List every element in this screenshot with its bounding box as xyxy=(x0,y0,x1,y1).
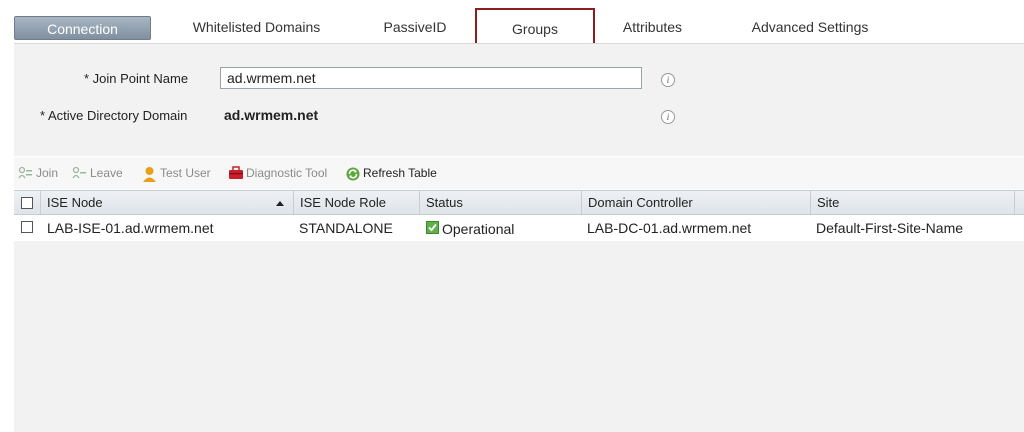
join-point-name-input[interactable] xyxy=(220,67,642,89)
ad-domain-label: * Active Directory Domain xyxy=(40,108,188,123)
test-user-button[interactable]: Test User xyxy=(142,165,211,182)
cell-ise-node-role: STANDALONE xyxy=(299,220,393,236)
refresh-table-label: Refresh Table xyxy=(363,166,437,180)
tab-whitelisted-domains[interactable]: Whitelisted Domains xyxy=(180,13,333,41)
sort-ascending-icon[interactable] xyxy=(276,201,284,206)
tab-attributes[interactable]: Attributes xyxy=(605,13,700,41)
info-icon[interactable]: i xyxy=(661,110,675,124)
info-icon[interactable]: i xyxy=(661,73,675,87)
join-label: Join xyxy=(36,166,59,180)
user-icon xyxy=(142,166,157,182)
row-checkbox[interactable] xyxy=(21,221,33,233)
join-point-name-label: * Join Point Name xyxy=(84,71,189,86)
status-text: Operational xyxy=(442,221,515,237)
table-header: ISE Node ISE Node Role Status Domain Con… xyxy=(14,190,1024,215)
leave-icon xyxy=(72,166,87,180)
tab-bar: Connection Whitelisted Domains PassiveID… xyxy=(0,0,1024,47)
tab-connection[interactable]: Connection xyxy=(14,16,151,40)
test-user-label: Test User xyxy=(160,166,211,180)
leave-button[interactable]: Leave xyxy=(72,165,123,181)
refresh-icon xyxy=(345,166,360,181)
join-icon xyxy=(18,166,33,180)
check-icon xyxy=(426,221,439,237)
cell-domain-controller: LAB-DC-01.ad.wrmem.net xyxy=(587,220,752,236)
cell-ise-node: LAB-ISE-01.ad.wrmem.net xyxy=(47,220,214,236)
leave-label: Leave xyxy=(90,166,123,180)
column-header-site[interactable]: Site xyxy=(810,191,1014,215)
toolbox-icon xyxy=(228,166,243,180)
toolbar: Join Leave Test User Diagnostic Tool Ref… xyxy=(14,157,1024,189)
tab-passiveid[interactable]: PassiveID xyxy=(370,13,460,41)
column-header-domain-controller[interactable]: Domain Controller xyxy=(581,191,810,215)
refresh-table-button[interactable]: Refresh Table xyxy=(345,165,437,181)
table-row[interactable]: LAB-ISE-01.ad.wrmem.net STANDALONE Opera… xyxy=(14,216,1024,241)
join-point-panel xyxy=(14,44,1024,156)
table-empty-area xyxy=(14,241,1024,432)
join-button[interactable]: Join xyxy=(18,165,58,181)
diagnostic-tool-label: Diagnostic Tool xyxy=(246,166,328,180)
select-all-checkbox[interactable] xyxy=(21,197,33,209)
column-header-ise-node[interactable]: ISE Node xyxy=(40,191,293,215)
tab-advanced-settings[interactable]: Advanced Settings xyxy=(740,13,880,41)
ad-domain-value: ad.wrmem.net xyxy=(224,107,319,123)
column-header-spacer xyxy=(1014,191,1024,215)
column-header-status[interactable]: Status xyxy=(419,191,581,215)
tab-groups[interactable]: Groups xyxy=(475,8,595,47)
cell-site: Default-First-Site-Name xyxy=(816,220,964,236)
diagnostic-tool-button[interactable]: Diagnostic Tool xyxy=(228,165,327,181)
column-header-ise-node-role[interactable]: ISE Node Role xyxy=(293,191,419,215)
cell-status: Operational xyxy=(426,221,514,237)
